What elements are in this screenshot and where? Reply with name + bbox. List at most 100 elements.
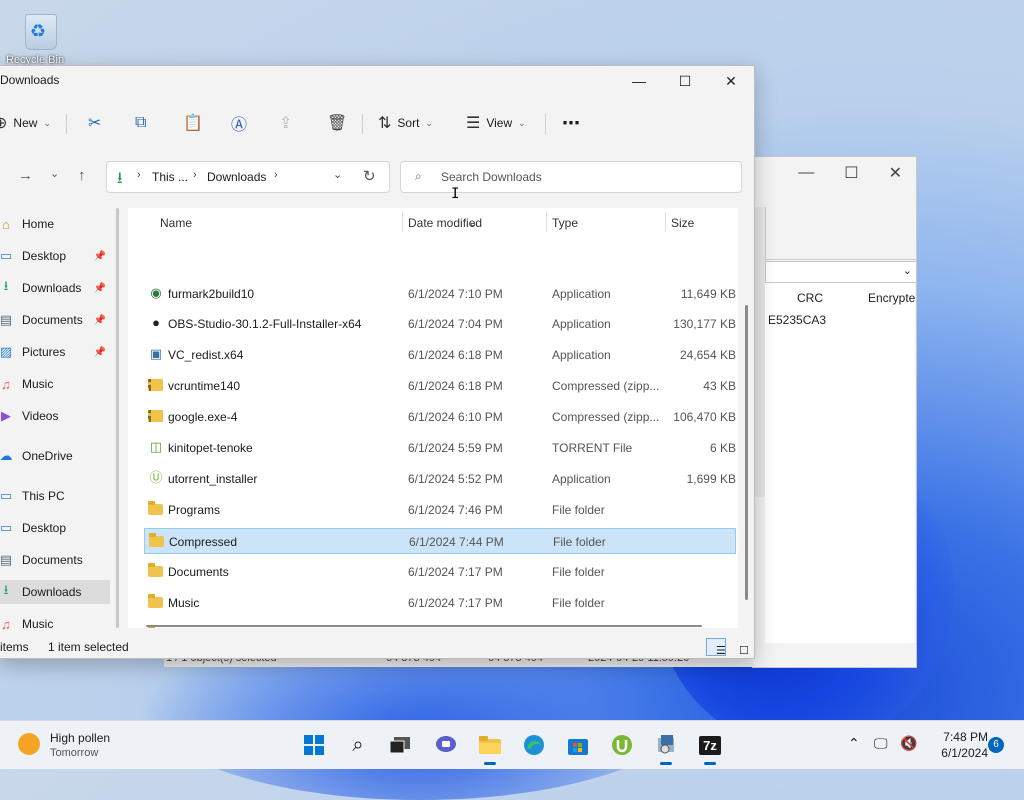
file-row[interactable]: Ⓤutorrent_installer 6/1/2024 5:52 PM Appli… — [144, 466, 736, 492]
nav-item-desktop[interactable]: ▭ Desktop 📌 — [0, 244, 110, 268]
up-arrow-icon[interactable]: ↑ — [78, 167, 86, 184]
utorrent-taskbar-button[interactable] — [606, 729, 638, 761]
maximize-button[interactable]: ☐ — [662, 66, 708, 96]
more-options-button[interactable]: ⋯ — [562, 108, 580, 138]
nav-item-downloads[interactable]: ⭳ Downloads — [0, 580, 110, 604]
edge-browser-button[interactable] — [518, 729, 550, 761]
pin-icon[interactable]: 📌 — [94, 315, 106, 326]
recycle-bin-desktop-icon[interactable]: ♻ — [20, 8, 60, 52]
background-toolbar — [753, 207, 916, 260]
column-header-type[interactable]: Type — [552, 216, 578, 230]
refresh-icon[interactable]: ↻ — [363, 167, 376, 185]
system-clock[interactable]: 7:48 PM 6/1/2024 — [928, 729, 988, 761]
weather-widget[interactable]: High pollen Tomorrow — [18, 729, 158, 763]
sort-button[interactable]: ⇅ Sort ⌄ — [378, 108, 433, 138]
file-row[interactable]: google.exe-4 6/1/2024 6:10 PM Compressed (… — [144, 404, 736, 430]
nav-item-music[interactable]: ♫ Music — [0, 372, 110, 396]
pin-icon[interactable]: 📌 — [94, 347, 106, 358]
file-row[interactable]: ◉ furmark2build10 6/1/2024 7:10 PM Applicat… — [144, 281, 736, 307]
column-header-encrypted[interactable]: Encrypte — [868, 291, 915, 305]
column-header-name[interactable]: Name — [160, 216, 192, 230]
nav-item-home[interactable]: ⌂ Home — [0, 212, 110, 236]
pin-icon[interactable]: 📌 — [94, 283, 106, 294]
folder-row[interactable]: Programs 6/1/2024 7:46 PM File folder — [144, 497, 736, 523]
volume-muted-icon[interactable]: 🔇 — [900, 735, 917, 752]
share-button[interactable]: ⇪ — [279, 108, 292, 138]
close-button[interactable]: ✕ — [708, 66, 754, 96]
navigation-pane[interactable]: ⌂ Home ▭ Desktop 📌 ⭳ Downloads 📌 ▤ Documents 📌 ▨ Pic… — [0, 208, 110, 633]
task-view-button[interactable] — [384, 729, 416, 761]
column-header-size[interactable]: Size — [671, 216, 694, 230]
background-file-list[interactable]: CRC Encrypte E5235CA3 — [765, 283, 915, 643]
recent-locations-chevron-icon[interactable]: ⌄ — [50, 167, 59, 180]
copy-button[interactable]: ⧉ — [135, 108, 146, 138]
address-history-chevron-icon[interactable]: ⌄ — [333, 168, 342, 181]
file-date-modified: 6/1/2024 6:18 PM — [408, 379, 503, 393]
taskbar: High pollen Tomorrow ⌕ 7z ⌃ 🖵 🔇 7:48 PM … — [0, 720, 1024, 769]
maximize-icon[interactable]: ☐ — [844, 163, 858, 183]
7zip-taskbar-button[interactable]: 7z — [694, 729, 726, 765]
file-date-modified: 6/1/2024 7:17 PM — [408, 627, 503, 628]
close-icon[interactable]: ✕ — [889, 163, 902, 183]
file-list[interactable]: Name Date modified ⌄ Type Size ◉ furmark2… — [128, 208, 738, 628]
nav-item-onedrive[interactable]: ☁ OneDrive — [0, 444, 110, 468]
details-view-button[interactable]: ☰ — [706, 638, 726, 657]
paste-button[interactable]: 📋 — [183, 108, 203, 138]
horizontal-scrollbar[interactable] — [146, 625, 702, 627]
breadcrumb-this-pc[interactable]: This ... — [152, 170, 188, 184]
nav-item-music[interactable]: ♫ Music — [0, 612, 110, 633]
nav-item-desktop[interactable]: ▭ Desktop — [0, 516, 110, 540]
title-bar[interactable]: Downloads — ☐ ✕ — [0, 66, 754, 96]
forward-arrow-icon[interactable]: → — [18, 167, 33, 184]
pin-icon[interactable]: 📌 — [94, 251, 106, 262]
nav-item-this-pc[interactable]: ▭ This PC — [0, 484, 110, 508]
nav-item-label: This PC — [22, 489, 65, 503]
folder-row[interactable]: Music 6/1/2024 7:17 PM File folder — [144, 590, 736, 616]
nav-item-downloads[interactable]: ⭳ Downloads 📌 — [0, 276, 110, 300]
installer-taskbar-button[interactable] — [650, 729, 682, 765]
teams-chat-button[interactable] — [430, 729, 462, 761]
file-row[interactable]: ▣ VC_redist.x64 6/1/2024 6:18 PM Applicatio… — [144, 342, 736, 368]
notification-badge[interactable]: 6 — [988, 737, 1004, 753]
folder-row[interactable]: Compressed 6/1/2024 7:44 PM File folder — [144, 528, 736, 554]
background-path-combo[interactable]: ⌄ — [765, 261, 917, 283]
search-taskbar-button[interactable]: ⌕ — [342, 729, 374, 761]
file-explorer-taskbar-button[interactable] — [474, 729, 506, 765]
file-row[interactable]: ● OBS-Studio-30.1.2-Full-Installer-x64 6/1… — [144, 311, 736, 337]
nav-item-pictures[interactable]: ▨ Pictures 📌 — [0, 340, 110, 364]
cut-button[interactable]: ✂ — [88, 108, 101, 138]
new-button[interactable]: ⊕ New ⌄ — [0, 108, 51, 138]
nav-item-documents[interactable]: ▤ Documents — [0, 548, 110, 572]
rename-button[interactable]: Ⓐ — [231, 108, 247, 138]
breadcrumb-downloads[interactable]: Downloads — [207, 170, 266, 184]
obs-icon: ● — [152, 315, 160, 330]
navigation-scrollbar[interactable] — [116, 208, 119, 628]
show-hidden-icons-chevron-icon[interactable]: ⌃ — [848, 735, 860, 752]
microsoft-store-button[interactable] — [562, 729, 594, 761]
file-list-scrollbar[interactable] — [745, 305, 748, 600]
large-icons-view-button[interactable]: ☐ — [729, 638, 749, 657]
file-explorer-window[interactable]: Downloads — ☐ ✕ ⊕ New ⌄ ✂ ⧉ 📋 Ⓐ ⇪ 🗑 ⇅ So… — [0, 65, 755, 659]
column-header-crc[interactable]: CRC — [797, 291, 823, 305]
nav-item-label: Pictures — [22, 345, 66, 359]
share-icon: ⇪ — [279, 115, 293, 132]
minimize-icon[interactable]: — — [798, 164, 814, 182]
address-bar[interactable]: ⭳ › This ... › Downloads › ⌄ ↻ — [106, 161, 390, 193]
nav-item-videos[interactable]: ▶ Videos — [0, 404, 110, 428]
file-row[interactable]: ◫ kinitopet-tenoke 6/1/2024 5:59 PM TORRENT… — [144, 435, 736, 461]
delete-button[interactable]: 🗑 — [327, 108, 347, 138]
start-button[interactable] — [298, 729, 330, 761]
sun-icon — [18, 733, 40, 755]
network-icon[interactable]: 🖵 — [874, 735, 888, 752]
utorrent-icon: Ⓤ — [149, 470, 163, 485]
minimize-button[interactable]: — — [616, 66, 662, 96]
file-size: 24,654 KB — [679, 348, 736, 362]
edge-icon — [524, 735, 544, 755]
view-button[interactable]: ☰ View ⌄ — [466, 108, 526, 138]
scissors-icon: ✂ — [88, 115, 102, 132]
file-row[interactable]: vcruntime140 6/1/2024 6:18 PM Compressed (… — [144, 373, 736, 399]
background-7zip-window[interactable]: — ☐ ✕ ⌄ CRC Encrypte E5235CA3 — [752, 156, 917, 668]
search-input[interactable] — [439, 167, 733, 187]
nav-item-documents[interactable]: ▤ Documents 📌 — [0, 308, 110, 332]
folder-row[interactable]: Documents 6/1/2024 7:17 PM File folder — [144, 559, 736, 585]
